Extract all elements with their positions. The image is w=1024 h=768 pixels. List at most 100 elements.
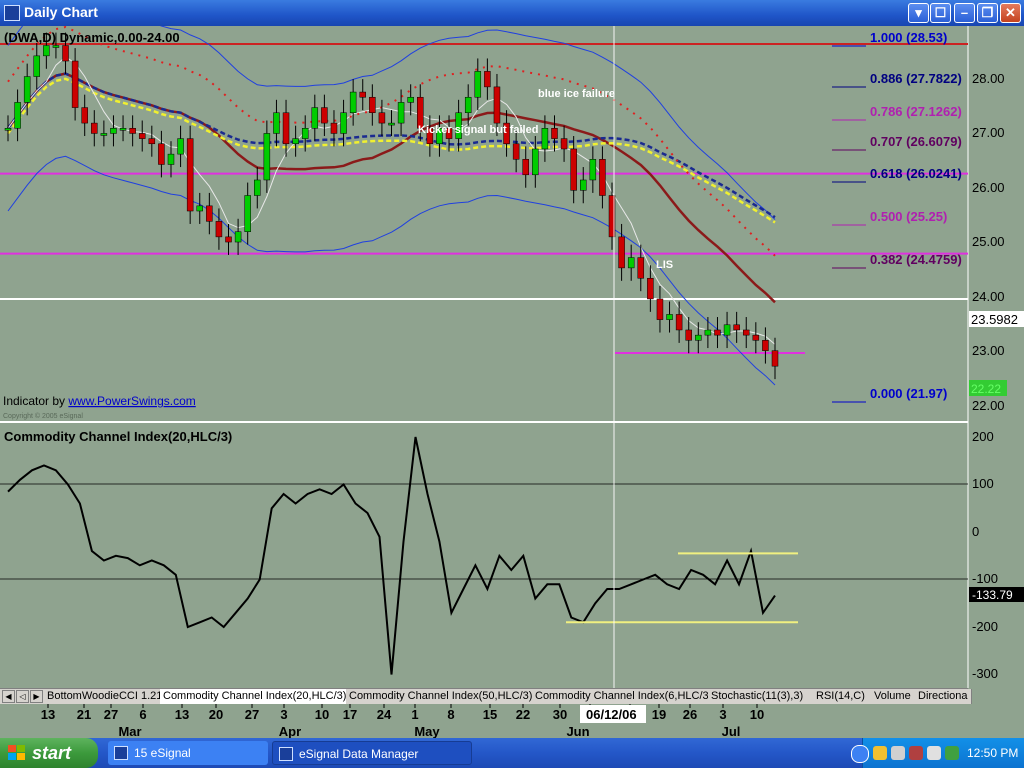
candle-body: [43, 45, 50, 57]
candle-body: [541, 128, 549, 150]
cci-tick: 200: [972, 429, 994, 444]
candle-body: [522, 159, 529, 176]
tab-cci-6[interactable]: Commodity Channel Index(6,HLC/3): [532, 689, 709, 704]
network-icon[interactable]: [891, 746, 905, 760]
candle-body: [675, 314, 683, 331]
candle-body: [397, 102, 405, 124]
close-button[interactable]: ✕: [1000, 3, 1021, 23]
candle-body: [167, 153, 175, 165]
symbol-label: (DWA,D) Dynamic,0.00-24.00: [4, 30, 180, 45]
day-label: 30: [553, 707, 567, 722]
data-manager-icon: [279, 747, 293, 761]
candle-body: [714, 329, 721, 336]
candle-body: [388, 122, 395, 126]
candle-body: [685, 329, 692, 341]
candle-body: [254, 179, 261, 196]
candle-body: [263, 133, 271, 181]
annotation-kicker: Kicker signal but failed: [418, 124, 538, 136]
fib-level-label: 0.500 (25.25): [870, 209, 947, 224]
candle-body: [771, 350, 779, 367]
cursor-date-label: 06/12/06: [586, 707, 637, 722]
month-label: Mar: [118, 724, 141, 738]
cci-tick: -200: [972, 619, 998, 634]
antivirus-icon[interactable]: [945, 746, 959, 760]
esignal-icon: [114, 746, 128, 760]
tab-stochastic[interactable]: Stochastic(11(3),3): [708, 689, 815, 704]
tab-scroll-left2-icon[interactable]: ◁: [16, 690, 29, 703]
candle-body: [138, 133, 146, 139]
dropdown-button[interactable]: ▾: [908, 3, 929, 23]
chart-app-icon: [4, 5, 20, 21]
candle-body: [148, 138, 156, 145]
fib-level-label: 0.382 (24.4759): [870, 252, 962, 267]
chart-area[interactable]: 1.000 (28.53) 0.886 (27.7822) 0.786 (27.12…: [0, 26, 1024, 688]
restore-window-button[interactable]: ☐: [930, 3, 951, 23]
candle-body: [177, 138, 184, 155]
powerswings-link: www.PowerSwings.com: [67, 394, 195, 408]
maximize-button[interactable]: ❐: [977, 3, 998, 23]
candle-body: [580, 179, 587, 191]
candle-body: [100, 133, 108, 136]
cci-tick: -300: [972, 666, 998, 681]
tab-rsi[interactable]: RSI(14,C): [813, 689, 874, 704]
tab-volume[interactable]: Volume: [871, 689, 920, 704]
start-button[interactable]: start: [0, 738, 98, 768]
last-price-tag: 23.5982: [971, 312, 1018, 327]
day-label: 10: [315, 707, 329, 722]
current-price-tag: 22.22: [971, 382, 1001, 396]
day-label: 27: [245, 707, 259, 722]
security-shield-icon[interactable]: [873, 746, 887, 760]
system-tray: 12:50 PM: [851, 738, 1024, 768]
minimize-button[interactable]: –: [954, 3, 975, 23]
day-label: 24: [377, 707, 392, 722]
candle-body: [723, 324, 731, 336]
tab-directional[interactable]: Directiona: [915, 689, 972, 704]
candle-body: [484, 71, 491, 88]
day-label: 22: [516, 707, 530, 722]
candle-body: [273, 112, 280, 134]
candle-body: [234, 231, 242, 243]
candle-body: [752, 334, 760, 341]
task-data-manager-label: eSignal Data Manager: [299, 747, 419, 761]
day-label: 19: [652, 707, 666, 722]
candle-body: [369, 96, 376, 113]
candle-body: [464, 96, 472, 113]
fib-level-label: 0.786 (27.1262): [870, 104, 962, 119]
day-label: 13: [175, 707, 189, 722]
task-data-manager[interactable]: eSignal Data Manager: [272, 741, 472, 765]
app-tray-icon[interactable]: [909, 746, 923, 760]
day-label: 27: [104, 707, 118, 722]
candle-body: [733, 324, 740, 331]
candle-body: [762, 340, 769, 351]
day-label: 6: [139, 707, 146, 722]
cci-title: Commodity Channel Index(20,HLC/3): [4, 429, 232, 444]
candle-body: [52, 45, 60, 48]
candle-body: [23, 76, 31, 103]
candle-body: [311, 107, 319, 129]
day-label: 20: [209, 707, 223, 722]
window-titlebar: Daily Chart ▾ ☐ – ❐ ✕: [0, 0, 1024, 26]
candle-body: [282, 112, 290, 145]
candle-body: [14, 102, 21, 129]
annotation-blue-ice: blue ice failure: [538, 88, 615, 100]
tray-expand-icon[interactable]: [851, 745, 869, 763]
tab-scroll-right-icon[interactable]: ▶: [30, 690, 43, 703]
candle-body: [695, 334, 702, 341]
candle-body: [340, 112, 347, 134]
price-tick: 24.00: [972, 289, 1005, 304]
printer-icon[interactable]: [927, 746, 941, 760]
tab-bottom-woodie[interactable]: BottomWoodieCCI 1.21: [44, 689, 161, 704]
day-label: 1: [411, 707, 418, 722]
cci-tick: -100: [972, 571, 998, 586]
candle-body: [666, 314, 673, 320]
candle-body: [570, 148, 577, 191]
task-esignal[interactable]: 15 eSignal: [108, 741, 268, 765]
candle-body: [215, 221, 223, 238]
candle-body: [378, 112, 386, 124]
fib-level-label: 0.886 (27.7822): [870, 71, 962, 86]
tab-scroll-left-icon[interactable]: ◀: [2, 690, 15, 703]
candle-body: [560, 138, 568, 150]
annotation-lis: LIS: [656, 259, 673, 271]
tab-cci-20[interactable]: Commodity Channel Index(20,HLC/3): [160, 689, 347, 704]
tab-cci-50[interactable]: Commodity Channel Index(50,HLC/3): [346, 689, 533, 704]
